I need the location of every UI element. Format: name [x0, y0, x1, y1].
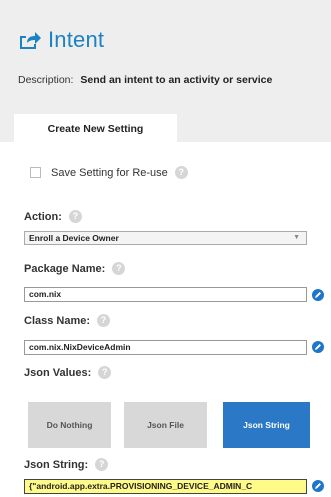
help-icon[interactable]: ?: [68, 210, 82, 223]
json-string-label: Json String: [243, 420, 290, 430]
json-values-label-row: Json Values: ?: [24, 366, 112, 379]
help-icon[interactable]: ?: [174, 166, 188, 179]
edit-class-name-button[interactable]: [312, 341, 324, 353]
do-nothing-label: Do Nothing: [46, 420, 93, 430]
edit-package-name-button[interactable]: [312, 289, 324, 301]
description-label: Description:: [18, 74, 74, 86]
class-name-input[interactable]: com.nix.NixDeviceAdmin: [24, 340, 307, 355]
json-string-button[interactable]: Json String: [223, 402, 310, 448]
tab-create-new-setting[interactable]: Create New Setting: [14, 114, 177, 144]
help-icon[interactable]: ?: [112, 262, 126, 275]
help-icon[interactable]: ?: [98, 366, 112, 379]
save-setting-row: Save Setting for Re-use ?: [30, 166, 188, 179]
share-arrow-icon: [20, 32, 41, 49]
json-string-input[interactable]: {"android.app.extra.PROVISIONING_DEVICE_…: [24, 479, 307, 494]
pencil-icon: [315, 483, 321, 489]
action-selected-value: Enroll a Device Owner: [29, 233, 119, 243]
page-title: Intent: [18, 27, 104, 53]
description-value: Send an intent to an activity or service: [80, 74, 273, 86]
json-string-label-row: Json String: ?: [24, 458, 109, 471]
json-string-field-label: Json String:: [24, 458, 89, 471]
action-label: Action:: [24, 210, 62, 223]
help-icon[interactable]: ?: [95, 458, 109, 471]
do-nothing-button[interactable]: Do Nothing: [28, 402, 111, 448]
action-select[interactable]: Enroll a Device Owner ▼: [24, 231, 307, 245]
package-name-input[interactable]: com.nix: [24, 287, 307, 302]
tab-label: Create New Setting: [47, 123, 144, 135]
package-name-label: Package Name:: [24, 262, 106, 275]
title-text: Intent: [48, 27, 105, 52]
class-name-label: Class Name:: [24, 314, 91, 327]
pencil-icon: [315, 344, 321, 350]
chevron-down-icon: ▼: [293, 234, 300, 241]
description: Description: Send an intent to an activi…: [18, 74, 272, 86]
edit-json-string-button[interactable]: [312, 480, 324, 492]
package-name-label-row: Package Name: ?: [24, 262, 126, 275]
help-icon[interactable]: ?: [97, 314, 111, 327]
action-label-row: Action: ?: [24, 210, 82, 223]
class-name-label-row: Class Name: ?: [24, 314, 111, 327]
save-setting-label: Save Setting for Re-use: [51, 166, 168, 179]
json-file-label: Json File: [147, 420, 184, 430]
pencil-icon: [315, 292, 321, 298]
json-file-button[interactable]: Json File: [124, 402, 207, 448]
save-setting-checkbox[interactable]: [30, 167, 41, 178]
json-values-label: Json Values:: [24, 366, 92, 379]
